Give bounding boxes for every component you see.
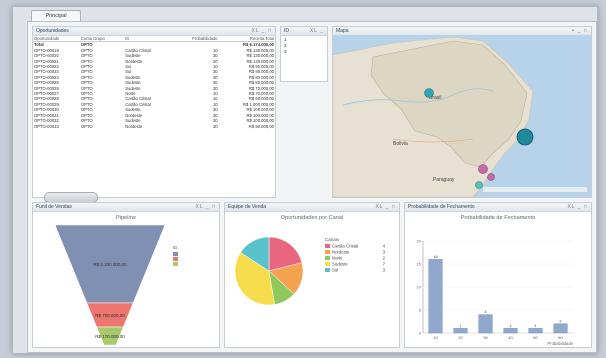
bar[interactable] (528, 328, 543, 334)
table-cell: Nordeste (125, 123, 143, 129)
oportunidades-title: Oportunidades (36, 28, 69, 34)
pie-legend-value: 3 (383, 268, 386, 273)
funnel-stage-label: R$ 5.200.000,00 (93, 262, 127, 267)
map-graphic: Brasil Bolivia Paraguay (333, 35, 591, 197)
funnel-stage-label: R$ 170.000,00 (95, 334, 125, 339)
funil-title: Funil de Vendas (36, 204, 72, 210)
id-filter-panel: ID XL _ 123 (280, 26, 328, 82)
x-tick-label: 20 (458, 335, 463, 340)
x-tick-label: 50 (533, 335, 538, 340)
y-tick-label: 20 (417, 239, 422, 244)
funil-legend-swatch (173, 262, 178, 266)
pie-legend-swatch (325, 268, 330, 272)
mapa-panel: Mapa + _ □ Brasil Bolivia Paraguay (332, 26, 592, 198)
id-filter-caption: ID XL _ (281, 27, 327, 36)
y-tick-label: 10 (417, 285, 422, 290)
pie-legend-label: Nordeste (332, 250, 350, 255)
id-filter-title: ID (284, 28, 289, 34)
y-tick-label: 0 (419, 331, 422, 336)
funil-legend-swatch (173, 252, 178, 256)
bar[interactable] (553, 323, 568, 334)
bar-data-label: 1 (459, 323, 462, 328)
pie-legend-swatch (325, 256, 330, 260)
equipe-caption: Equipe de Venda XL _ □ (225, 203, 399, 212)
oportunidades-panel: Oportunidades XL _ □ Oportunidade Conta G… (32, 26, 276, 198)
bar-data-label: 16 (433, 254, 438, 259)
pie-legend-label: Cartão Cristal (332, 244, 358, 249)
pie-legend-label: Sudeste (332, 262, 348, 267)
table-cell: OPTO-00033 (34, 123, 59, 129)
y-tick-label: 5 (419, 308, 422, 313)
oportunidades-table: Oportunidade Conta Grupo ID Probabilidade Re… (33, 36, 275, 129)
map-label-bolivia: Bolivia (393, 141, 408, 147)
map-view[interactable]: Brasil Bolivia Paraguay (333, 35, 591, 197)
map-marker[interactable] (478, 164, 488, 174)
pie-legend-value: 4 (383, 244, 386, 249)
caption-controls-icon[interactable]: XL _ □ (567, 203, 588, 211)
id-filter-list: 123 (281, 36, 327, 56)
map-label-paraguay: Paraguay (433, 177, 455, 183)
table-cell: 30 (212, 123, 218, 129)
x-tick-label: 10 (433, 335, 438, 340)
mapa-title: Mapa (336, 28, 349, 34)
y-tick-label: 15 (417, 262, 422, 267)
pie-legend-value: 3 (383, 250, 386, 255)
pie-legend-swatch (325, 250, 330, 254)
pie-legend-swatch (325, 244, 330, 248)
prob-caption: Probabilidade de Fechamento XL _ □ (405, 203, 591, 212)
table-row[interactable]: OPTO-00033 OPTO Nordeste 30 R$ 90.000,00 (33, 124, 275, 129)
x-tick-label: 60 (558, 335, 563, 340)
prob-title: Probabilidade de Fechamento (408, 204, 475, 210)
table-cell: OPTO (80, 123, 93, 129)
caption-controls-icon[interactable]: XL _ □ (251, 27, 272, 35)
map-marker[interactable] (475, 181, 483, 189)
pie-legend-value: 2 (383, 256, 386, 261)
pie-legend-value: 7 (383, 262, 386, 267)
filter-item[interactable]: 3 (284, 49, 324, 55)
table-cell: R$ 90.000,00 (248, 123, 274, 129)
caption-controls-icon[interactable]: XL _ (310, 27, 324, 35)
map-marker[interactable] (516, 128, 534, 146)
prob-panel: Probabilidade de Fechamento XL _ □ Proba… (404, 202, 592, 348)
funil-legend-swatch (173, 257, 178, 261)
pie-legend-title: Canais (325, 237, 340, 242)
x-tick-label: 30 (483, 335, 488, 340)
bar-data-label: 2 (559, 318, 562, 323)
equipe-title: Equipe de Venda (228, 204, 267, 210)
map-marker[interactable] (424, 88, 434, 98)
equipe-panel: Equipe de Venda XL _ □ Oportunidades por… (224, 202, 400, 348)
prob-chart: 051015201610120430140150260Probabilidade (417, 239, 574, 347)
app-window: Principal Oportunidades XL _ □ Oportunid… (12, 6, 598, 354)
caption-controls-icon[interactable]: + _ □ (572, 27, 589, 35)
bar[interactable] (503, 328, 518, 334)
oportunidades-caption: Oportunidades XL _ □ (33, 27, 275, 36)
pie-legend-label: Norte (332, 256, 343, 261)
funil-chart: R$ 5.200.000,00 R$ 700.000,00 R$ 170.000,0… (54, 224, 178, 346)
funnel-stage-label: R$ 700.000,00 (95, 313, 125, 318)
pizza-chart: Canais Cartão Cristal 4 Nordeste 3 Norte 2 Sude… (234, 236, 386, 306)
map-attribution (483, 187, 587, 192)
funil-caption: Funil de Vendas XL _ □ (33, 203, 219, 212)
caption-controls-icon[interactable]: XL _ □ (195, 203, 216, 211)
bar[interactable] (478, 314, 493, 334)
pie-legend-label: Sul (332, 268, 338, 273)
x-tick-label: 40 (508, 335, 513, 340)
bar[interactable] (453, 328, 468, 334)
funil-legend-title: ID (173, 245, 178, 250)
x-axis-label: Probabilidade (547, 341, 573, 346)
bar-data-label: 1 (534, 323, 537, 328)
funil-panel: Funil de Vendas XL _ □ Pipeline R$ 5.200… (32, 202, 220, 348)
caption-controls-icon[interactable]: XL _ □ (375, 203, 396, 211)
sheet: Oportunidades XL _ □ Oportunidade Conta G… (27, 21, 597, 353)
bar[interactable] (428, 259, 443, 334)
bar-data-label: 1 (509, 323, 512, 328)
pie-legend-swatch (325, 262, 330, 266)
map-marker[interactable] (487, 173, 495, 181)
